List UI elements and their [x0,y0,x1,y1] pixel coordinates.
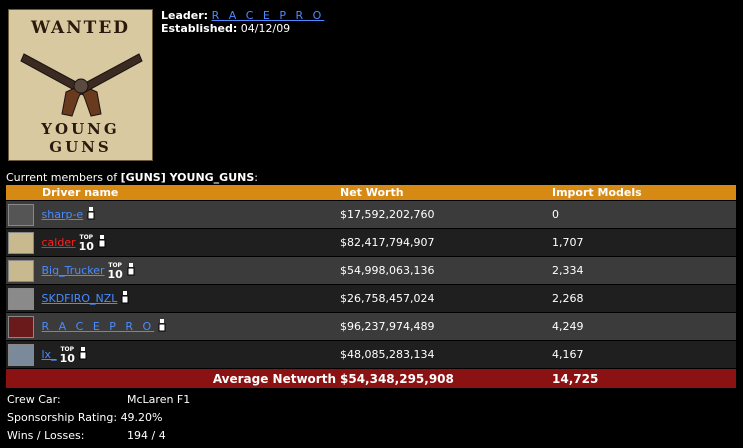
award-icon [97,234,107,251]
networth-cell: $54,998,063,136 [340,256,552,285]
driver-column-header: Driver name [6,185,340,201]
driver-link[interactable]: calder [42,236,76,249]
award-icon [126,262,136,279]
avatar [8,343,34,366]
driver-link[interactable]: lx_ [42,348,57,361]
table-row: lx_ TOP 10 $48,085,283,134 4,167 [6,340,736,369]
crest-young-text: YOUNG [41,120,120,138]
average-label: Average Networth [6,368,340,389]
average-imports: 14,725 [552,368,736,389]
average-networth: $54,348,295,908 [340,368,552,389]
networth-cell: $26,758,457,024 [340,284,552,313]
award-icon [157,318,167,335]
networth-cell: $82,417,794,907 [340,228,552,257]
driver-link[interactable]: sharp-e [42,208,84,221]
imports-cell: 4,249 [552,312,736,341]
imports-cell: 1,707 [552,228,736,257]
award-icon [120,290,130,307]
top10-badge: TOP 10 [107,261,123,281]
networth-cell: $17,592,202,760 [340,200,552,229]
table-row: Big_Trucker TOP 10 $54,998,063,136 2,334 [6,256,736,285]
award-icon [78,346,88,363]
top10-badge: TOP 10 [59,345,75,365]
avatar [8,203,34,226]
wins-losses-value: 194 / 4 [127,429,166,442]
crew-tag: [GUNS] YOUNG_GUNS [120,171,255,184]
table-row: SKDFIRO_NZL $26,758,457,024 2,268 [6,284,736,313]
crew-car-label: Crew Car: [7,393,61,406]
members-caption: Current members of [GUNS] YOUNG_GUNS: [6,171,258,184]
crew-stats: Crew Car: McLaren F1 Sponsorship Rating: … [7,391,190,445]
driver-link[interactable]: Big_Trucker [42,264,105,277]
imports-cell: 2,334 [552,256,736,285]
established-label: Established: [161,22,238,35]
imports-cell: 4,167 [552,340,736,369]
sponsorship-value: 49.20% [120,411,163,424]
networth-cell: $96,237,974,489 [340,312,552,341]
members-table: Driver name Net Worth Import Models shar… [6,185,736,389]
avatar [8,287,34,310]
table-header: Driver name Net Worth Import Models [6,185,736,201]
imports-cell: 2,268 [552,284,736,313]
top10-badge: TOP 10 [78,233,94,253]
sponsorship-label: Sponsorship Rating: [7,411,118,424]
imports-cell: 0 [552,200,736,229]
table-row: calder TOP 10 $82,417,794,907 1,707 [6,228,736,257]
networth-column-header: Net Worth [340,185,552,201]
networth-cell: $48,085,283,134 [340,340,552,369]
crest-wanted-text: WANTED [30,18,131,38]
leader-label: Leader: [161,9,209,22]
driver-cell: SKDFIRO_NZL [6,284,340,313]
crest-guns-text: GUNS [49,138,112,156]
driver-cell: Big_Trucker TOP 10 [6,256,340,285]
crew-crest-logo: WANTED YOUNG GUNS [8,9,153,161]
driver-cell: sharp-e [6,200,340,229]
imports-column-header: Import Models [552,185,736,201]
average-row: Average Networth $54,348,295,908 14,725 [6,368,736,389]
driver-link[interactable]: R A C E P R O [42,320,155,333]
established-date: 04/12/09 [240,22,291,35]
table-row: sharp-e $17,592,202,760 0 [6,200,736,229]
table-row: R A C E P R O $96,237,974,489 4,249 [6,312,736,341]
award-icon [86,206,96,223]
avatar [8,231,34,254]
driver-cell: R A C E P R O [6,312,340,341]
driver-cell: calder TOP 10 [6,228,340,257]
crew-car-value: McLaren F1 [127,393,191,406]
driver-link[interactable]: SKDFIRO_NZL [42,292,118,305]
crossed-revolvers-icon [20,53,143,117]
crew-info: Leader: R A C E P R O Established: 04/12… [161,9,324,35]
driver-cell: lx_ TOP 10 [6,340,340,369]
leader-link[interactable]: R A C E P R O [212,9,325,22]
avatar [8,315,34,338]
wins-losses-label: Wins / Losses: [7,429,85,442]
avatar [8,259,34,282]
